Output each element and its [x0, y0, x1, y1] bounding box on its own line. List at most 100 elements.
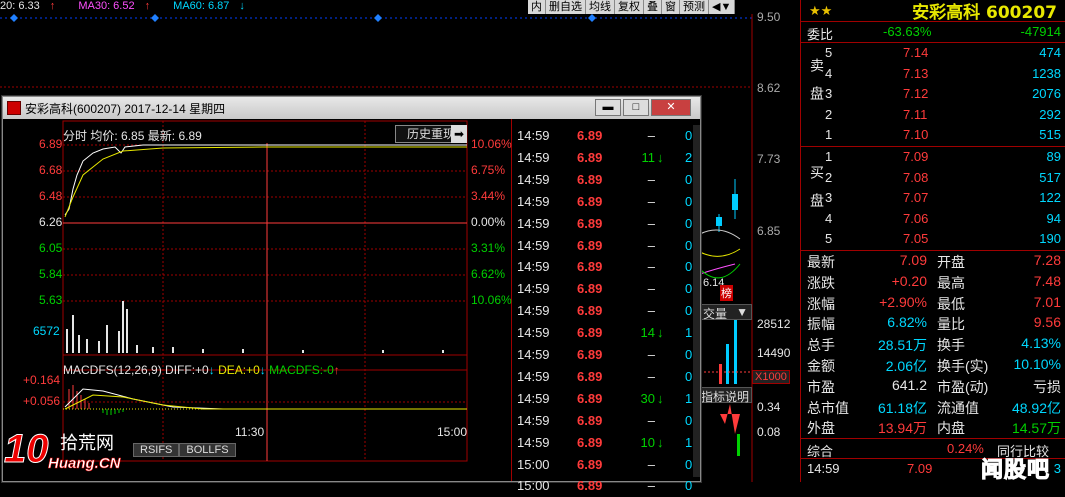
- stat-label: 内盘: [937, 420, 965, 437]
- tick-row[interactable]: 14:59 6.89 – 0: [513, 344, 703, 366]
- sell-price: 7.10: [903, 127, 929, 143]
- tick-row[interactable]: 14:59 6.89 11 ↓ 2: [513, 147, 703, 169]
- tab-bollfs[interactable]: BOLLFS: [179, 443, 236, 457]
- macd-name[interactable]: MACDFS(12,26,9): [63, 363, 162, 377]
- tab-rsifs[interactable]: RSIFS: [133, 443, 180, 457]
- level-num: 1: [825, 127, 833, 143]
- toolbar-menu-button[interactable]: ◀▼: [709, 0, 736, 14]
- tick-row[interactable]: 14:59 6.89 – 0: [513, 300, 703, 322]
- tick-volume: 10: [640, 434, 655, 450]
- tick-time: 14:59: [517, 434, 550, 450]
- sell-level-row[interactable]: 4 7.13 1238: [807, 64, 1061, 84]
- pct-axis-label: 3.44%: [471, 189, 506, 203]
- tick-price: 6.89: [577, 303, 603, 319]
- avg-value: 6.85: [121, 129, 145, 143]
- stat-value: 14.57万: [1011, 420, 1061, 437]
- sell-level-row[interactable]: 1 7.10 515: [807, 125, 1061, 145]
- tick-row[interactable]: 14:59 6.89 – 0: [513, 235, 703, 257]
- toolbar-button[interactable]: 删自选: [546, 0, 586, 14]
- tick-row[interactable]: 14:59 6.89 10 ↓ 1: [513, 432, 703, 454]
- logo-sub: Huang.CN: [48, 455, 121, 473]
- indicator-help-button[interactable]: 指标说明: [700, 387, 752, 404]
- tick-volume: –: [647, 171, 655, 187]
- buy-level-row[interactable]: 3 7.07 122: [807, 188, 1061, 208]
- buy-price: 7.09: [903, 149, 929, 164]
- header-label: 分时: [63, 129, 88, 143]
- dea-label: DEA:: [218, 363, 247, 377]
- buy-volume: 122: [1039, 190, 1061, 206]
- last-trade-vol: 3: [1053, 461, 1061, 476]
- watermark-logo: 闻股吧: [980, 458, 1051, 484]
- arrow-right-icon[interactable]: ➡: [451, 125, 467, 143]
- tick-row[interactable]: 14:59 6.89 – 0: [513, 213, 703, 235]
- tick-row[interactable]: 14:59 6.89 – 0: [513, 256, 703, 278]
- toolbar-button[interactable]: 预测: [680, 0, 709, 14]
- star-icon[interactable]: ★★: [809, 3, 832, 19]
- stat-label: 振幅: [807, 316, 835, 333]
- stat-row: 振幅 6.82% 量比 9.56: [807, 312, 1061, 332]
- tick-price: 6.89: [577, 237, 603, 253]
- rank-tag[interactable]: 榜: [720, 285, 733, 301]
- tick-scrollbar[interactable]: [693, 125, 700, 477]
- toolbar-button[interactable]: 均线: [586, 0, 615, 14]
- toolbar-button[interactable]: 复权: [615, 0, 644, 14]
- stat-label: 市盈(动): [937, 378, 989, 395]
- tick-row[interactable]: 15:00 6.89 – 0: [513, 475, 703, 497]
- buy-level-row[interactable]: 5 7.05 190: [807, 229, 1061, 249]
- tick-row[interactable]: 14:59 6.89 – 0: [513, 191, 703, 213]
- volume-selector[interactable]: 交量 ▼: [700, 304, 752, 321]
- buy-level-row[interactable]: 1 7.09 89: [807, 147, 1061, 167]
- popup-title-bar[interactable]: 安彩高科(600207) 2017-12-14 星期四 ▬ □ ✕: [3, 97, 700, 119]
- tick-row[interactable]: 14:59 6.89 – 0: [513, 278, 703, 300]
- toolbar-button[interactable]: 内: [528, 0, 546, 14]
- buy-volume: 94: [1046, 210, 1061, 226]
- tick-price: 6.89: [577, 368, 603, 384]
- tick-time: 15:00: [517, 478, 550, 494]
- weibi-pct: -63.63%: [883, 24, 932, 39]
- sell-level-row[interactable]: 3 7.12 2076: [807, 84, 1061, 104]
- stat-value: 7.48: [1033, 272, 1061, 289]
- minimize-button[interactable]: ▬: [595, 99, 621, 116]
- tick-list[interactable]: 14:59 6.89 – 0 14:59 6.89 11 ↓ 2 14:59 6…: [513, 125, 703, 493]
- toolbar-button[interactable]: 叠: [644, 0, 662, 14]
- tick-row[interactable]: 14:59 6.89 – 0: [513, 410, 703, 432]
- tick-row[interactable]: 14:59 6.89 14 ↓ 1: [513, 322, 703, 344]
- stat-label: 换手: [937, 337, 965, 354]
- sell-volume: 515: [1039, 127, 1061, 143]
- tick-row[interactable]: 14:59 6.89 – 0: [513, 169, 703, 191]
- tick-row[interactable]: 14:59 6.89 – 0: [513, 366, 703, 388]
- tick-row[interactable]: 14:59 6.89 – 0: [513, 125, 703, 147]
- tick-volume: –: [647, 281, 655, 297]
- buy-volume: 190: [1039, 231, 1061, 247]
- stat-label: 量比: [937, 316, 965, 333]
- stat-value: 2.06亿: [885, 358, 927, 374]
- app-icon: [7, 101, 21, 115]
- sell-level-row[interactable]: 5 7.14 474: [807, 43, 1061, 63]
- maximize-button[interactable]: □: [623, 99, 649, 116]
- tick-row[interactable]: 14:59 6.89 30 ↓ 1: [513, 388, 703, 410]
- toolbar-button[interactable]: 窗: [662, 0, 680, 14]
- sell-level-row[interactable]: 2 7.11 292: [807, 105, 1061, 125]
- arrow-down-icon: ↓: [657, 325, 664, 341]
- tick-time: 14:59: [517, 368, 550, 384]
- price-axis-label: 9.50: [757, 10, 781, 24]
- stat-value: 7.01: [1033, 293, 1061, 310]
- level-num: 1: [825, 149, 833, 164]
- tick-volume: 30: [640, 390, 655, 406]
- stat-label: 最高: [937, 274, 965, 291]
- tick-count: 0: [685, 456, 693, 472]
- close-button[interactable]: ✕: [651, 99, 691, 116]
- stat-row: 总市值 61.18亿 流通值 48.92亿: [807, 396, 1061, 416]
- buy-level-row[interactable]: 2 7.08 517: [807, 168, 1061, 188]
- tick-row[interactable]: 15:00 6.89 – 0: [513, 454, 703, 476]
- level-num: 2: [825, 169, 833, 185]
- tick-volume: –: [647, 128, 655, 143]
- buy-price: 7.08: [903, 169, 929, 185]
- level-num: 5: [825, 45, 833, 60]
- buy-level-row[interactable]: 4 7.06 94: [807, 209, 1061, 229]
- stat-value: 641.2: [891, 376, 927, 393]
- pct-axis-label: 3.31%: [471, 241, 506, 255]
- time-label: 11:30: [235, 425, 265, 439]
- intraday-popup-window: 安彩高科(600207) 2017-12-14 星期四 ▬ □ ✕ 分时 均价:…: [2, 96, 703, 493]
- ma30-label: MA30: 6.52: [78, 0, 135, 12]
